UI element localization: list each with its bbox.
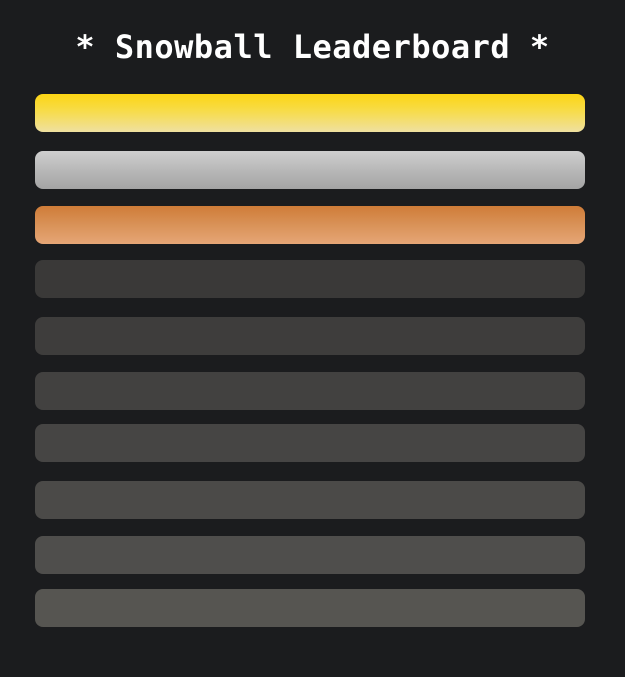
leaderboard-row-10 [35,589,585,627]
leaderboard-row-7 [35,424,585,462]
leaderboard-row-3 [35,206,585,244]
leaderboard-row-6 [35,372,585,410]
leaderboard-row-5 [35,317,585,355]
leaderboard-row-1 [35,94,585,132]
leaderboard-title: * Snowball Leaderboard * [75,28,550,66]
leaderboard-row-2 [35,151,585,189]
leaderboard-row-4 [35,260,585,298]
leaderboard-row-9 [35,536,585,574]
leaderboard-row-8 [35,481,585,519]
